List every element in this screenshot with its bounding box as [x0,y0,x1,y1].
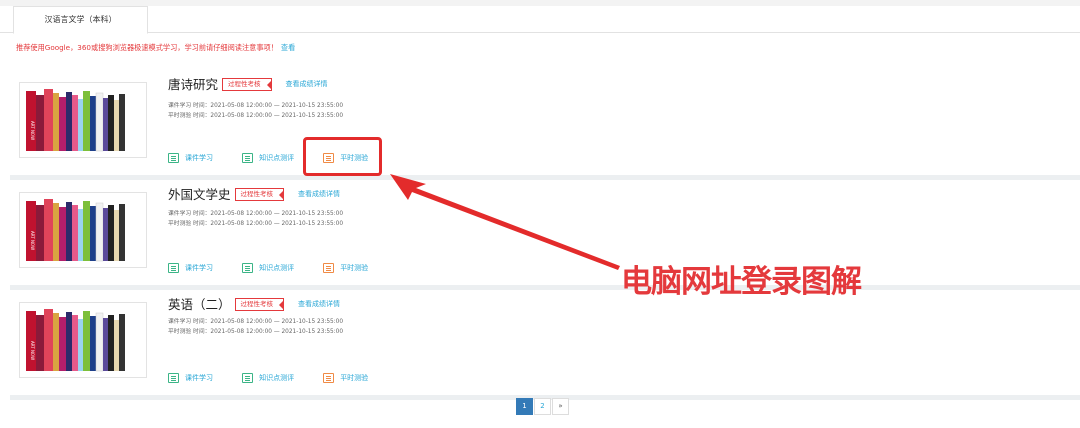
document-icon [168,263,179,273]
svg-text:ART NOW: ART NOW [30,231,35,250]
annotation-arrow [390,174,620,270]
course-title-row: 外国文学史 过程性考核 查看成绩详情 [168,184,340,203]
quiz-label: 平时测验 [340,374,369,382]
course-title[interactable]: 外国文学史 [168,187,231,202]
knowledge-test-button[interactable]: 知识点测评 [242,263,294,273]
page-2-button[interactable]: 2 [534,398,551,415]
knowledge-test-label: 知识点测评 [259,264,295,272]
document-icon [242,153,254,163]
knowledge-test-button[interactable]: 知识点测评 [242,373,294,383]
quiz-button[interactable]: 平时测验 [323,373,368,383]
study-time: 课件学习 时间：2021-05-08 12:00:00 — 2021-10-15… [168,103,344,109]
study-time: 课件学习 时间：2021-05-08 12:00:00 — 2021-10-15… [168,211,344,217]
test-time: 平时测验 时间：2021-05-08 12:00:00 — 2021-10-15… [168,113,344,119]
pagination: 1 2 » [516,398,570,415]
score-detail-link[interactable]: 查看成绩详情 [298,299,340,309]
assessment-tag: 过程性考核 [234,298,285,311]
document-icon [168,153,179,163]
courseware-button[interactable]: 课件学习 [168,263,213,273]
course-card: ART NOW 唐诗研究 过程性考核 查看成绩详情 课件学习 时间：2021-05-… [10,72,1080,180]
quiz-label: 平时测验 [340,264,369,272]
knowledge-test-label: 知识点测评 [259,154,295,162]
assessment-tag: 过程性考核 [222,78,272,91]
edit-icon [323,263,335,273]
score-detail-link[interactable]: 查看成绩详情 [286,79,328,89]
knowledge-test-label: 知识点测评 [259,374,295,382]
books-image: ART NOW [26,309,125,372]
document-icon [242,373,254,383]
course-thumbnail[interactable]: ART NOW [19,82,147,158]
page-1-button[interactable]: 1 [516,398,533,415]
edit-icon [323,373,335,383]
course-thumbnail[interactable]: ART NOW [19,192,147,268]
test-time: 平时测验 时间：2021-05-08 12:00:00 — 2021-10-15… [168,221,344,227]
highlight-box [303,137,382,176]
svg-text:ART NOW: ART NOW [30,341,35,360]
notice-text: 推荐使用Google，360或搜狗浏览器极速模式学习，学习前请仔细阅读注意事项！ [16,43,278,52]
action-row: 课件学习 知识点测评 平时测验 [168,368,392,384]
course-title[interactable]: 唐诗研究 [168,77,218,92]
test-time: 平时测验 时间：2021-05-08 12:00:00 — 2021-10-15… [168,329,344,335]
quiz-button[interactable]: 平时测验 [323,263,368,273]
books-image: ART NOW [26,199,125,262]
document-icon [242,263,254,273]
study-time: 课件学习 时间：2021-05-08 12:00:00 — 2021-10-15… [168,319,344,325]
annotation-text: 电脑网址登录图解 [621,264,862,300]
document-icon [168,373,179,383]
courseware-button[interactable]: 课件学习 [168,153,213,163]
action-row: 课件学习 知识点测评 平时测验 [168,258,392,274]
score-detail-link[interactable]: 查看成绩详情 [298,189,340,199]
course-title[interactable]: 英语（二） [168,297,231,312]
tab-major[interactable]: 汉语言文学（本科） [13,6,148,34]
notice-bar: 推荐使用Google，360或搜狗浏览器极速模式学习，学习前请仔细阅读注意事项！… [16,43,295,53]
course-card: ART NOW 英语（二） 过程性考核 查看成绩详情 课件学习 时间：2021-05… [10,292,1080,400]
notice-link[interactable]: 查看 [281,43,295,52]
assessment-tag: 过程性考核 [234,188,285,201]
courseware-label: 课件学习 [185,374,213,382]
next-page-button[interactable]: » [552,398,569,415]
courseware-button[interactable]: 课件学习 [168,373,213,383]
tab-bar: 汉语言文学（本科） [0,6,1080,34]
course-title-row: 唐诗研究 过程性考核 查看成绩详情 [168,74,328,93]
knowledge-test-button[interactable]: 知识点测评 [242,153,294,163]
svg-text:ART NOW: ART NOW [30,121,35,140]
course-title-row: 英语（二） 过程性考核 查看成绩详情 [168,294,340,313]
books-image: ART NOW [26,89,125,152]
course-thumbnail[interactable]: ART NOW [19,302,147,378]
courseware-label: 课件学习 [185,264,213,272]
courseware-label: 课件学习 [185,154,213,162]
